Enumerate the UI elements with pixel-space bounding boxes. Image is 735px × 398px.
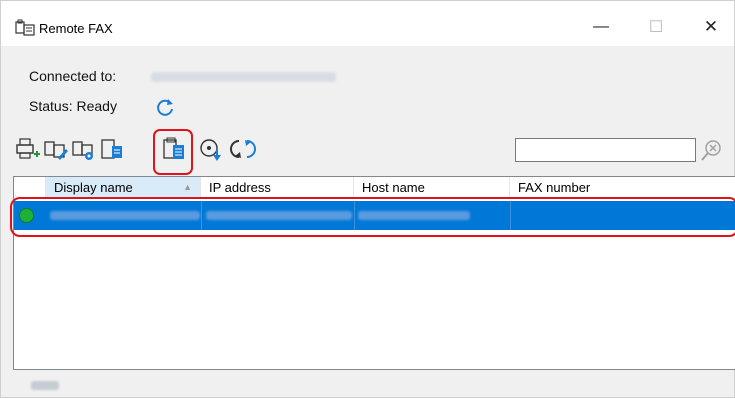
close-button[interactable]: ✕ <box>689 9 733 45</box>
sync-icon[interactable] <box>230 136 256 162</box>
connected-to-label: Connected to: <box>29 68 117 84</box>
column-header-ip-address[interactable]: IP address <box>201 177 354 198</box>
download-icon[interactable] <box>198 136 224 162</box>
search-icon[interactable] <box>698 137 724 163</box>
maximize-button[interactable]: ☐ <box>634 9 678 45</box>
status-line: Status: Ready <box>29 98 117 114</box>
column-header-status[interactable] <box>14 177 46 198</box>
status-label: Status: <box>29 98 73 114</box>
column-header-host-name[interactable]: Host name <box>354 177 510 198</box>
fax-settings-icon[interactable] <box>71 136 97 162</box>
toolbar-highlight-outline <box>153 129 193 175</box>
fax-list-icon[interactable] <box>99 136 125 162</box>
column-header-fax-number[interactable]: FAX number <box>510 177 735 198</box>
remote-fax-app-icon <box>15 19 35 36</box>
list-header: Display name ▲ IP address Host name FAX … <box>14 177 735 199</box>
status-value: Ready <box>76 98 117 114</box>
title-bar: Remote FAX — ☐ ✕ <box>1 1 734 46</box>
column-header-display-name-label: Display name <box>54 180 133 195</box>
search-input[interactable] <box>515 138 696 162</box>
window-title: Remote FAX <box>39 21 113 36</box>
add-printer-icon[interactable] <box>15 136 41 162</box>
sort-ascending-icon: ▲ <box>183 182 192 192</box>
version-text-redacted <box>31 381 59 390</box>
selected-row-highlight-outline <box>10 197 735 237</box>
remote-fax-window: Remote FAX — ☐ ✕ Connected to: Status: R… <box>0 0 735 398</box>
column-header-display-name[interactable]: Display name ▲ <box>46 177 201 198</box>
edit-fax-icon[interactable] <box>43 136 69 162</box>
connected-to-value-redacted <box>151 72 336 82</box>
refresh-icon[interactable] <box>154 96 176 118</box>
minimize-button[interactable]: — <box>579 9 623 45</box>
